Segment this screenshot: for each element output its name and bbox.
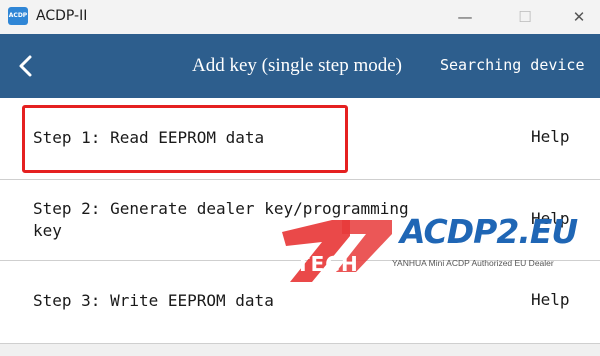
app-window: ACDP ACDP-II — ☐ ✕ Add key (single step …: [0, 0, 600, 356]
step-label: Step 2: Generate dealer key/programming …: [33, 199, 409, 240]
back-button[interactable]: [10, 48, 42, 84]
device-status: Searching device: [440, 56, 585, 74]
window-title: ACDP-II: [36, 8, 88, 24]
help-link[interactable]: Help: [531, 290, 570, 309]
chevron-left-icon: [19, 55, 32, 77]
step-row-generate-key[interactable]: Step 2: Generate dealer key/programming …: [0, 180, 600, 261]
step-label: Step 3: Write EEPROM data: [33, 291, 274, 310]
step-row-read-eeprom[interactable]: Step 1: Read EEPROM data Help: [0, 98, 600, 180]
maximize-button[interactable]: ☐: [502, 0, 548, 34]
page-title: Add key (single step mode): [192, 55, 403, 76]
title-bar: ACDP ACDP-II — ☐ ✕: [0, 0, 600, 34]
app-logo-icon: ACDP: [8, 7, 28, 25]
bottom-strip: [0, 344, 600, 356]
help-link[interactable]: Help: [531, 127, 570, 146]
minimize-button[interactable]: —: [442, 0, 488, 34]
close-button[interactable]: ✕: [556, 0, 600, 34]
help-link[interactable]: Help: [531, 209, 570, 228]
step-row-write-eeprom[interactable]: Step 3: Write EEPROM data Help: [0, 261, 600, 344]
step-label: Step 1: Read EEPROM data: [33, 128, 265, 147]
page-header: Add key (single step mode) Searching dev…: [0, 34, 600, 98]
